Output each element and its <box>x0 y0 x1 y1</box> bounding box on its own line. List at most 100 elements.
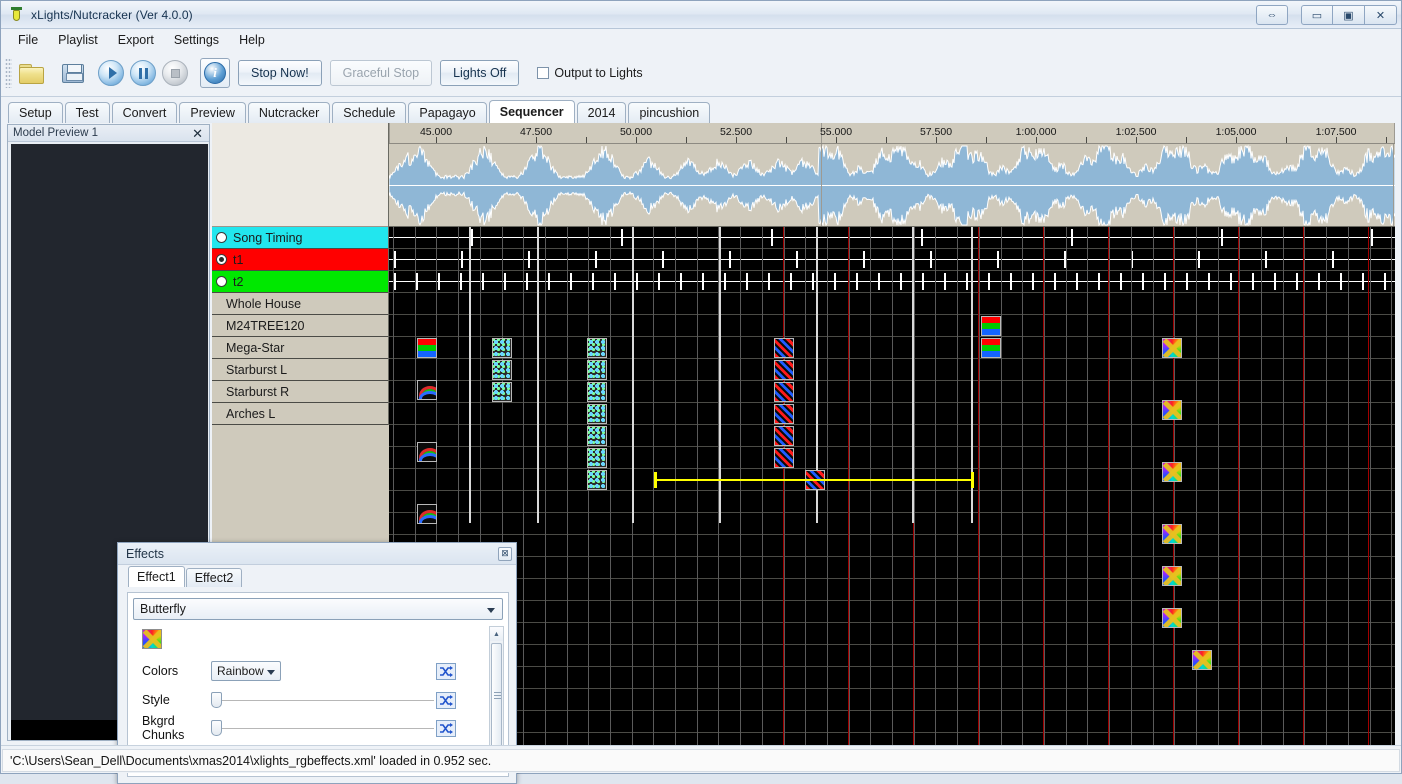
timing-mark[interactable] <box>504 273 506 290</box>
model-row-mega-star[interactable]: Mega-Star <box>212 337 388 359</box>
timing-mark[interactable] <box>834 273 836 290</box>
timing-mark[interactable] <box>1054 273 1056 290</box>
timing-mark[interactable] <box>768 273 770 290</box>
timing-mark[interactable] <box>944 273 946 290</box>
effect-block-dots[interactable] <box>492 338 512 358</box>
maximize-button[interactable]: ▣ <box>1333 5 1365 25</box>
effect-block-diag[interactable] <box>774 360 794 380</box>
timing-mark[interactable] <box>921 229 923 246</box>
slider-thumb[interactable] <box>211 692 222 708</box>
timing-mark[interactable] <box>702 273 704 290</box>
menu-item-help[interactable]: Help <box>230 31 274 49</box>
effect-block-dots[interactable] <box>587 426 607 446</box>
effect-block-diag[interactable] <box>774 404 794 424</box>
effect-block-dots[interactable] <box>587 360 607 380</box>
timing-mark[interactable] <box>790 273 792 290</box>
effect-block-butterfly[interactable] <box>1162 338 1182 358</box>
timing-mark[interactable] <box>471 229 473 246</box>
timing-mark[interactable] <box>662 251 664 268</box>
effect-block-arch[interactable] <box>417 504 437 524</box>
pause-icon[interactable] <box>128 58 158 88</box>
timing-mark[interactable] <box>1384 273 1386 290</box>
menu-item-playlist[interactable]: Playlist <box>49 31 107 49</box>
effect-block-butterfly[interactable] <box>1162 524 1182 544</box>
selection-range[interactable] <box>654 479 971 481</box>
checkbox-box[interactable] <box>537 67 550 79</box>
effect-block-diag[interactable] <box>774 426 794 446</box>
timing-mark[interactable] <box>614 273 616 290</box>
timing-mark[interactable] <box>621 229 623 246</box>
timing-mark[interactable] <box>595 251 597 268</box>
play-icon[interactable] <box>96 58 126 88</box>
menu-item-settings[interactable]: Settings <box>165 31 228 49</box>
effect-block-dots[interactable] <box>587 448 607 468</box>
timing-mark[interactable] <box>900 273 902 290</box>
graceful-stop-button[interactable]: Graceful Stop <box>329 60 433 86</box>
style-slider[interactable] <box>211 691 436 709</box>
tab-papagayo[interactable]: Papagayo <box>408 102 487 123</box>
shuffle-icon[interactable] <box>436 691 456 709</box>
timing-mark[interactable] <box>1142 273 1144 290</box>
menu-item-file[interactable]: File <box>9 31 47 49</box>
shuffle-icon[interactable] <box>436 719 456 737</box>
timing-mark[interactable] <box>1186 273 1188 290</box>
stop-icon[interactable] <box>160 58 190 88</box>
effect-block-arch[interactable] <box>417 442 437 462</box>
close-button[interactable]: ✕ <box>1365 5 1397 25</box>
effect-block-diag[interactable] <box>774 448 794 468</box>
timing-mark[interactable] <box>812 273 814 290</box>
effect-block-rgbbars[interactable] <box>417 338 437 358</box>
effect-block-butterfly[interactable] <box>1162 400 1182 420</box>
restore-size-button[interactable]: ⇔ <box>1256 5 1288 25</box>
timing-mark[interactable] <box>460 273 462 290</box>
scrollbar-thumb[interactable] <box>491 643 502 749</box>
timing-mark[interactable] <box>724 273 726 290</box>
timing-mark[interactable] <box>1098 273 1100 290</box>
lights-off-button[interactable]: Lights Off <box>440 60 520 86</box>
colors-dropdown[interactable]: Rainbow <box>211 661 281 681</box>
timing-mark[interactable] <box>636 273 638 290</box>
timing-mark[interactable] <box>1252 273 1254 290</box>
timing-mark[interactable] <box>528 251 530 268</box>
close-icon[interactable]: ⊠ <box>498 546 512 561</box>
effect-block-diag[interactable] <box>774 338 794 358</box>
tab-sequencer[interactable]: Sequencer <box>488 100 575 123</box>
timing-mark[interactable] <box>461 251 463 268</box>
info-icon[interactable]: i <box>200 58 230 88</box>
timing-mark[interactable] <box>526 273 528 290</box>
timing-mark[interactable] <box>922 273 924 290</box>
effect-block-dots[interactable] <box>587 470 607 490</box>
effect-block-butterfly[interactable] <box>1162 608 1182 628</box>
effect-block-dots[interactable] <box>587 404 607 424</box>
timing-mark[interactable] <box>771 229 773 246</box>
timing-mark[interactable] <box>592 273 594 290</box>
close-icon[interactable]: ✕ <box>190 127 205 140</box>
timing-mark[interactable] <box>997 251 999 268</box>
timing-mark[interactable] <box>1032 273 1034 290</box>
tab-effect2[interactable]: Effect2 <box>185 568 243 587</box>
timing-mark[interactable] <box>658 273 660 290</box>
shuffle-icon[interactable] <box>436 662 456 680</box>
timing-mark[interactable] <box>1230 273 1232 290</box>
timing-mark[interactable] <box>796 251 798 268</box>
timing-mark[interactable] <box>1340 273 1342 290</box>
timing-mark[interactable] <box>438 273 440 290</box>
tab-effect1[interactable]: Effect1 <box>128 566 185 587</box>
timing-mark[interactable] <box>1362 273 1364 290</box>
timing-mark[interactable] <box>1071 229 1073 246</box>
effect-block-dots[interactable] <box>587 338 607 358</box>
timing-mark[interactable] <box>1371 229 1373 246</box>
timing-mark[interactable] <box>680 273 682 290</box>
effect-block-dots[interactable] <box>587 382 607 402</box>
audio-waveform[interactable] <box>389 144 1395 227</box>
timing-mark[interactable] <box>570 273 572 290</box>
timing-mark[interactable] <box>416 273 418 290</box>
timing-mark[interactable] <box>988 273 990 290</box>
tab-convert[interactable]: Convert <box>111 102 178 123</box>
radio-icon[interactable] <box>216 254 227 265</box>
menu-item-export[interactable]: Export <box>109 31 163 49</box>
timing-mark[interactable] <box>394 251 396 268</box>
effect-block-butterfly[interactable] <box>1162 566 1182 586</box>
timing-mark[interactable] <box>1198 251 1200 268</box>
timing-row-t1[interactable]: t1 <box>212 249 388 271</box>
